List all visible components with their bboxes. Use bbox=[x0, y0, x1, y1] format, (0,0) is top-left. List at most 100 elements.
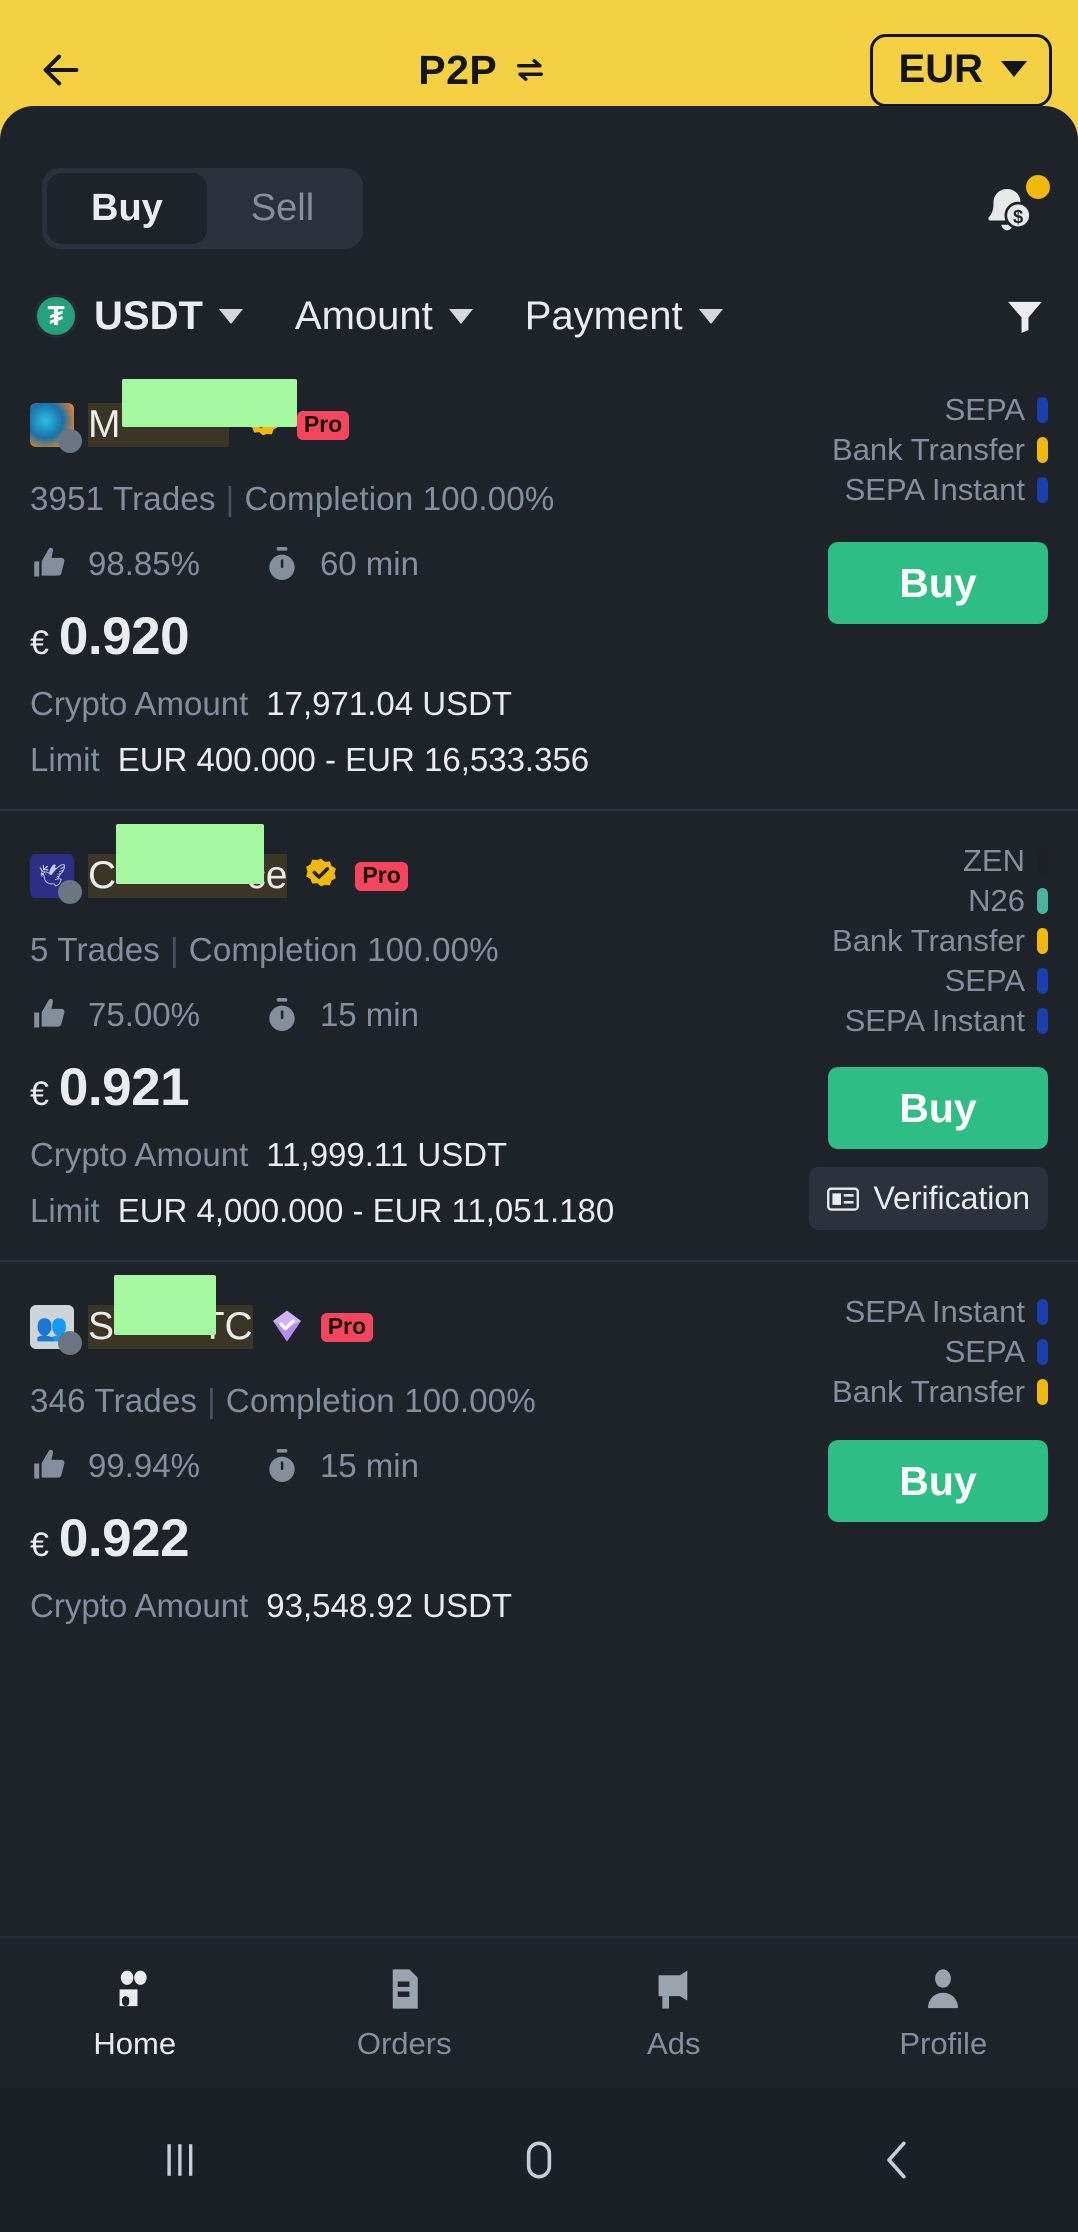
recents-icon bbox=[167, 2144, 193, 2176]
trades-count: 346 Trades bbox=[30, 1382, 198, 1419]
bottom-navigation: Home Orders Ads Profile bbox=[0, 1936, 1078, 2088]
stopwatch-icon bbox=[262, 995, 302, 1035]
buy-button[interactable]: Buy bbox=[828, 542, 1048, 624]
stats-divider: | bbox=[225, 480, 235, 517]
payment-color-marker bbox=[1037, 1299, 1048, 1325]
asset-filter-label: USDT bbox=[94, 293, 203, 338]
nav-item-ads[interactable]: Ads bbox=[539, 1964, 809, 2062]
payment-methods: ZEN N26 Bank Transfer SEPA SEPA Instant bbox=[832, 843, 1048, 1039]
payment-color-marker bbox=[1037, 848, 1048, 874]
back-button-system[interactable] bbox=[719, 2133, 1078, 2187]
offer-actions: SEPA Bank Transfer SEPA Instant Buy bbox=[578, 392, 1048, 624]
pro-badge: Pro bbox=[355, 861, 408, 891]
alert-badge-dot bbox=[1026, 174, 1050, 199]
payment-color-marker bbox=[1037, 928, 1048, 954]
app-screen: P2P EUR Buy Sell $ ₮ USDT Amount Payment… bbox=[0, 0, 1078, 2232]
tab-buy[interactable]: Buy bbox=[47, 173, 207, 244]
svg-text:$: $ bbox=[1013, 206, 1023, 227]
verified-badge-icon bbox=[306, 858, 337, 887]
payment-method: SEPA Instant bbox=[845, 1294, 1048, 1330]
pro-badge: Pro bbox=[320, 1312, 374, 1342]
payment-method: SEPA bbox=[945, 963, 1048, 999]
payment-method: SEPA Instant bbox=[845, 472, 1048, 508]
back-button[interactable] bbox=[26, 35, 96, 105]
online-status-dot bbox=[58, 1331, 82, 1355]
home-circle-icon bbox=[526, 2141, 552, 2179]
asset-filter[interactable]: ₮ USDT bbox=[34, 294, 243, 339]
buy-button[interactable]: Buy bbox=[828, 1440, 1048, 1522]
crypto-amount-label: Crypto Amount bbox=[30, 685, 249, 722]
limit-label: Limit bbox=[30, 1192, 100, 1229]
payment-time-limit: 15 min bbox=[319, 1447, 419, 1484]
stopwatch-icon bbox=[262, 544, 302, 584]
redaction-overlay bbox=[116, 824, 264, 884]
completion-rate: Completion 100.00% bbox=[244, 480, 555, 517]
home-button[interactable] bbox=[359, 2133, 718, 2187]
filter-row: ₮ USDT Amount Payment bbox=[0, 256, 1078, 366]
limit-label: Limit bbox=[30, 741, 100, 778]
payment-method: SEPA Instant bbox=[845, 1003, 1048, 1039]
stopwatch-icon bbox=[262, 1446, 302, 1486]
price-value: 0.920 bbox=[58, 607, 190, 666]
limit-value: EUR 400.000 - EUR 16,533.356 bbox=[117, 741, 590, 778]
completion-rate: Completion 100.00% bbox=[188, 931, 499, 968]
offer-card[interactable]: S TC Pro 346 Trades|Completion 100.00% 9… bbox=[0, 1260, 1078, 1655]
currency-selector[interactable]: EUR bbox=[869, 33, 1052, 107]
nav-label-profile: Profile bbox=[899, 2026, 988, 2061]
price-alert-button[interactable]: $ bbox=[978, 174, 1050, 241]
advanced-filter-button[interactable] bbox=[1002, 293, 1048, 339]
buy-sell-toggle[interactable]: Buy Sell bbox=[42, 168, 364, 249]
verification-chip[interactable]: Verification bbox=[809, 1167, 1048, 1230]
offer-card[interactable]: M Pro 3951 Trades | Completion 100.00% 98.… bbox=[0, 366, 1078, 809]
payment-methods: SEPA Bank Transfer SEPA Instant bbox=[832, 392, 1048, 508]
payment-method: SEPA bbox=[945, 392, 1048, 428]
online-status-dot bbox=[58, 429, 82, 453]
crypto-amount-value: 93,548.92 USDT bbox=[266, 1587, 513, 1624]
price-value: 0.921 bbox=[58, 1058, 190, 1117]
limit-value: EUR 4,000.000 - EUR 11,051.180 bbox=[117, 1192, 615, 1229]
recents-button[interactable] bbox=[0, 2133, 359, 2187]
pro-badge: Pro bbox=[296, 410, 350, 440]
avatar bbox=[30, 854, 82, 904]
thumbs-up-icon bbox=[30, 544, 70, 584]
price-value: 0.922 bbox=[58, 1509, 190, 1568]
chevron-down-icon bbox=[218, 308, 243, 324]
payment-method: SEPA bbox=[945, 1334, 1048, 1370]
nav-item-orders[interactable]: Orders bbox=[270, 1964, 540, 2062]
nav-item-profile[interactable]: Profile bbox=[809, 1964, 1078, 2062]
stats-divider: | bbox=[207, 1382, 216, 1419]
payment-method: Bank Transfer bbox=[832, 1374, 1048, 1410]
nav-item-home[interactable]: Home bbox=[0, 1964, 270, 2062]
amount-filter[interactable]: Amount bbox=[295, 294, 473, 339]
buy-button[interactable]: Buy bbox=[828, 1067, 1048, 1149]
payment-method: ZEN bbox=[963, 843, 1048, 879]
arrow-left-icon bbox=[43, 54, 79, 86]
payment-filter[interactable]: Payment bbox=[525, 294, 723, 339]
payment-color-marker bbox=[1037, 397, 1048, 423]
payment-color-marker bbox=[1037, 437, 1048, 463]
currency-symbol: € bbox=[30, 1075, 49, 1113]
offer-card[interactable]: C ce Pro 5 Trades|Completion 100.00% 75.… bbox=[0, 809, 1078, 1260]
nav-label-ads: Ads bbox=[647, 2026, 701, 2061]
crypto-amount-row: Crypto Amount 93,548.92 USDT bbox=[30, 1587, 1048, 1625]
positive-rating: 99.94% bbox=[88, 1447, 200, 1484]
merchant-name: S TC bbox=[88, 1275, 253, 1349]
trades-count: 3951 Trades bbox=[30, 480, 216, 517]
crypto-amount-label: Crypto Amount bbox=[30, 1587, 249, 1624]
chevron-down-icon bbox=[448, 308, 473, 324]
page-title: P2P bbox=[418, 46, 498, 93]
tab-sell[interactable]: Sell bbox=[207, 173, 358, 244]
trades-count: 5 Trades bbox=[30, 931, 161, 968]
merchant-name: C ce bbox=[88, 824, 288, 898]
people-icon bbox=[119, 1970, 147, 2007]
chevron-down-icon bbox=[698, 308, 723, 324]
payment-method: N26 bbox=[968, 883, 1048, 919]
crypto-amount-value: 17,971.04 USDT bbox=[266, 685, 513, 722]
crypto-amount-label: Crypto Amount bbox=[30, 1136, 249, 1173]
buy-sell-row: Buy Sell $ bbox=[0, 106, 1078, 256]
chevron-down-icon bbox=[1001, 61, 1027, 77]
limit-row: Limit EUR 400.000 - EUR 16,533.356 bbox=[30, 741, 1048, 779]
swap-horizontal-icon[interactable] bbox=[513, 53, 547, 87]
nav-label-orders: Orders bbox=[356, 2026, 452, 2061]
id-card-icon bbox=[827, 1186, 860, 1211]
